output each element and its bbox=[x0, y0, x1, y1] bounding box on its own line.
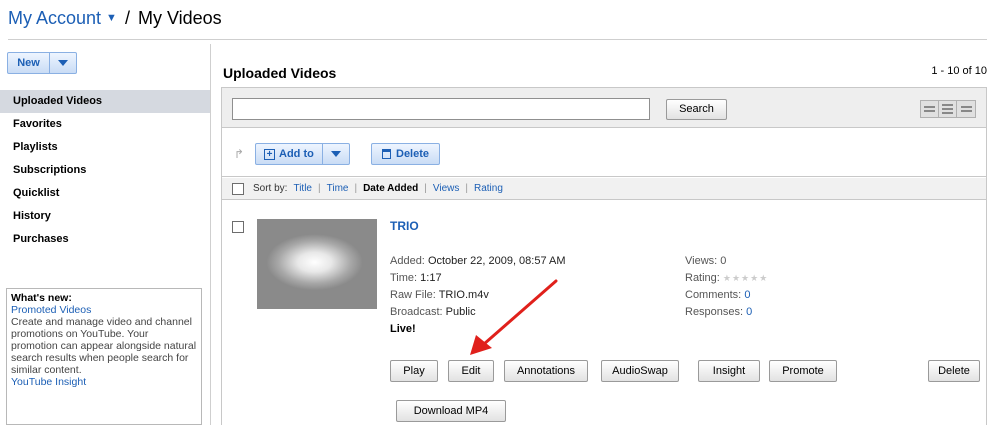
audioswap-button[interactable]: AudioSwap bbox=[601, 360, 679, 382]
play-button[interactable]: Play bbox=[390, 360, 438, 382]
share-arrow-icon: ↱ bbox=[234, 147, 245, 161]
new-button-label[interactable]: New bbox=[8, 53, 50, 73]
grid-view-icon[interactable] bbox=[957, 101, 975, 117]
whats-new-description: Create and manage video and channel prom… bbox=[11, 316, 197, 376]
sort-separator: | bbox=[318, 183, 321, 194]
promoted-videos-link[interactable]: Promoted Videos bbox=[11, 304, 197, 316]
video-title-link[interactable]: TRIO bbox=[390, 219, 419, 233]
sort-option-rating[interactable]: Rating bbox=[474, 183, 503, 194]
sort-separator: | bbox=[424, 183, 427, 194]
breadcrumb-separator: / bbox=[124, 7, 130, 28]
bulk-delete-label: Delete bbox=[396, 148, 430, 160]
list-view-icon[interactable] bbox=[921, 101, 939, 117]
rating-label: Rating: bbox=[685, 272, 720, 284]
whats-new-box: What's new: Promoted Videos Create and m… bbox=[6, 288, 202, 425]
comments-link[interactable]: 0 bbox=[744, 289, 750, 301]
video-thumbnail[interactable] bbox=[257, 219, 377, 309]
trash-icon bbox=[382, 149, 391, 159]
view-toggle-group bbox=[920, 100, 976, 118]
actions-toolbar: ↱ + Add to Delete bbox=[222, 129, 986, 177]
added-value: October 22, 2009, 08:57 AM bbox=[427, 255, 566, 267]
select-all-checkbox[interactable] bbox=[232, 182, 244, 195]
videos-panel: Search ↱ + Add to Delete Sort by: Title … bbox=[221, 87, 987, 425]
pagination-info: 1 - 10 of 10 bbox=[931, 65, 987, 77]
search-bar: Search bbox=[222, 88, 986, 128]
video-stats: Views: 0 Rating: ★★★★★ Comments: 0 Respo… bbox=[685, 253, 768, 321]
new-dropdown-button[interactable] bbox=[50, 53, 76, 73]
section-title: Uploaded Videos bbox=[223, 65, 337, 81]
sort-option-views[interactable]: Views bbox=[433, 183, 460, 194]
views-row: Views: 0 bbox=[685, 253, 768, 270]
annotations-button[interactable]: Annotations bbox=[504, 360, 588, 382]
bulk-delete-button[interactable]: Delete bbox=[371, 143, 441, 165]
sort-label: Sort by: bbox=[253, 183, 288, 194]
rating-row: Rating: ★★★★★ bbox=[685, 270, 768, 287]
add-to-text: Add to bbox=[279, 148, 314, 160]
sidebar-item-playlists[interactable]: Playlists bbox=[0, 136, 210, 159]
views-value: 0 bbox=[720, 255, 727, 267]
page-title: My Videos bbox=[137, 7, 222, 28]
views-label: Views: bbox=[685, 255, 718, 267]
rating-stars-icon: ★★★★★ bbox=[722, 273, 769, 283]
youtube-insight-link[interactable]: YouTube Insight bbox=[11, 376, 197, 388]
search-input[interactable] bbox=[232, 98, 650, 120]
sort-option-time[interactable]: Time bbox=[327, 183, 349, 194]
delete-video-button[interactable]: Delete bbox=[928, 360, 980, 382]
header-divider bbox=[8, 39, 987, 40]
added-row: Added: October 22, 2009, 08:57 AM bbox=[390, 253, 566, 270]
add-to-label[interactable]: + Add to bbox=[256, 144, 323, 164]
sidebar-item-history[interactable]: History bbox=[0, 205, 210, 228]
sidebar-item-favorites[interactable]: Favorites bbox=[0, 113, 210, 136]
sort-option-title[interactable]: Title bbox=[293, 183, 312, 194]
comments-label: Comments: bbox=[685, 289, 742, 301]
broadcast-label: Broadcast: bbox=[390, 306, 443, 318]
time-label: Time: bbox=[390, 272, 418, 284]
sidebar: New Uploaded Videos Favorites Playlists … bbox=[0, 44, 210, 425]
time-row: Time: 1:17 bbox=[390, 270, 566, 287]
broadcast-value: Public bbox=[445, 306, 476, 318]
sidebar-item-purchases[interactable]: Purchases bbox=[0, 228, 210, 251]
download-mp4-button[interactable]: Download MP4 bbox=[396, 400, 506, 422]
sort-bar: Sort by: Title | Time | Date Added | Vie… bbox=[222, 178, 986, 200]
header: My Account ▼ / My Videos bbox=[8, 4, 222, 32]
raw-file-value: TRIO.m4v bbox=[438, 289, 489, 301]
responses-link[interactable]: 0 bbox=[746, 306, 752, 318]
sidebar-nav: Uploaded Videos Favorites Playlists Subs… bbox=[0, 90, 210, 251]
responses-label: Responses: bbox=[685, 306, 744, 318]
plus-icon: + bbox=[264, 148, 275, 160]
new-button[interactable]: New bbox=[7, 52, 77, 74]
chevron-down-icon bbox=[330, 151, 341, 157]
account-menu[interactable]: My Account ▼ bbox=[8, 8, 117, 29]
add-to-button[interactable]: + Add to bbox=[255, 143, 350, 165]
sort-option-date-added[interactable]: Date Added bbox=[363, 183, 418, 194]
time-value: 1:17 bbox=[420, 272, 442, 284]
sidebar-item-subscriptions[interactable]: Subscriptions bbox=[0, 159, 210, 182]
video-metadata: Added: October 22, 2009, 08:57 AM Time: … bbox=[390, 253, 566, 338]
comments-row: Comments: 0 bbox=[685, 287, 768, 304]
detail-view-icon[interactable] bbox=[939, 101, 957, 117]
promote-button[interactable]: Promote bbox=[769, 360, 837, 382]
status-badge: Live! bbox=[390, 323, 416, 335]
added-label: Added: bbox=[390, 255, 425, 267]
add-to-dropdown-button[interactable] bbox=[323, 144, 349, 164]
sidebar-item-quicklist[interactable]: Quicklist bbox=[0, 182, 210, 205]
chevron-down-icon[interactable]: ▼ bbox=[106, 12, 117, 24]
edit-button[interactable]: Edit bbox=[448, 360, 494, 382]
raw-file-row: Raw File: TRIO.m4v bbox=[390, 287, 566, 304]
sidebar-item-uploaded-videos[interactable]: Uploaded Videos bbox=[0, 90, 210, 113]
responses-row: Responses: 0 bbox=[685, 304, 768, 321]
whats-new-title: What's new: bbox=[11, 292, 72, 304]
raw-file-label: Raw File: bbox=[390, 289, 436, 301]
account-label[interactable]: My Account bbox=[8, 8, 101, 29]
sort-separator: | bbox=[354, 183, 358, 194]
video-row-checkbox[interactable] bbox=[232, 221, 244, 233]
sort-separator: | bbox=[465, 183, 468, 194]
chevron-down-icon bbox=[58, 60, 68, 66]
insight-button[interactable]: Insight bbox=[698, 360, 760, 382]
broadcast-row: Broadcast: Public bbox=[390, 304, 566, 321]
search-button[interactable]: Search bbox=[666, 99, 727, 120]
sidebar-divider bbox=[210, 44, 211, 425]
